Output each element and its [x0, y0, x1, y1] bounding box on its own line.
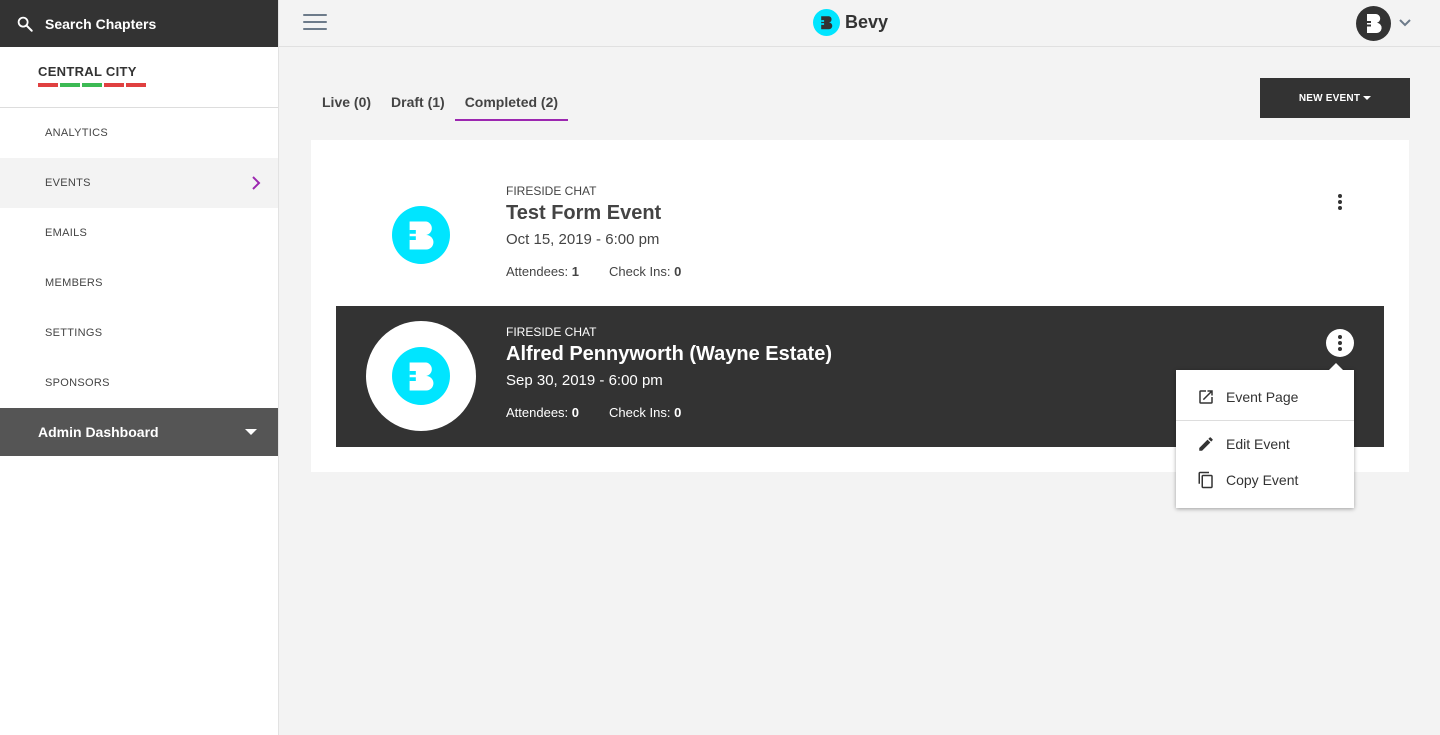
chapter-header: CENTRAL CITY [0, 47, 278, 108]
bevy-logo-icon [392, 206, 450, 264]
caret-down-icon [245, 429, 257, 435]
event-date: Sep 30, 2019 - 6:00 pm [506, 372, 663, 389]
pencil-icon [1199, 437, 1213, 451]
sidebar-item-label: EVENTS [45, 177, 91, 189]
attendees-value: 0 [571, 405, 580, 420]
menu-item-copy-event[interactable]: Copy Event [1176, 462, 1354, 498]
event-stats: Attendees: 1 Check Ins: 0 [506, 264, 711, 279]
sidebar-item-members[interactable]: MEMBERS [0, 258, 278, 308]
menu-item-edit-event[interactable]: Edit Event [1176, 426, 1354, 462]
sidebar-item-label: ANALYTICS [45, 127, 109, 139]
attendees-stat: Attendees: 1 [506, 264, 579, 279]
more-options-icon[interactable] [1326, 329, 1354, 357]
event-stats: Attendees: 0 Check Ins: 0 [506, 405, 711, 420]
menu-item-label: Event Page [1226, 389, 1299, 405]
checkins-value: 0 [674, 264, 682, 279]
event-title[interactable]: Test Form Event [506, 202, 661, 225]
checkins-label: Check Ins: [609, 405, 671, 420]
sidebar-item-label: SETTINGS [45, 327, 103, 339]
copy-icon [1198, 471, 1213, 489]
open-in-new-icon [1199, 390, 1213, 404]
sidebar-item-sponsors[interactable]: SPONSORS [0, 358, 278, 408]
new-event-button[interactable]: NEW EVENT [1260, 78, 1410, 118]
avatar[interactable] [1356, 6, 1391, 41]
event-title[interactable]: Alfred Pennyworth (Wayne Estate) [506, 343, 832, 366]
sidebar-item-settings[interactable]: SETTINGS [0, 308, 278, 358]
caret-down-icon [1363, 96, 1372, 100]
sidebar-item-events[interactable]: EVENTS [0, 158, 278, 208]
new-event-label: NEW EVENT [1298, 92, 1361, 104]
sidebar: Search Chapters CENTRAL CITY ANALYTICS E… [0, 0, 279, 735]
brand-name: Bevy [845, 12, 889, 32]
admin-dashboard-label: Admin Dashboard [38, 424, 159, 440]
event-type: FIRESIDE CHAT [506, 184, 597, 198]
search-chapters-label: Search Chapters [45, 15, 157, 32]
tab-live[interactable]: Live (0) [312, 86, 381, 121]
chapter-stripe [126, 83, 146, 87]
tab-completed[interactable]: Completed (2) [454, 86, 569, 121]
sidebar-item-analytics[interactable]: ANALYTICS [0, 108, 278, 158]
bevy-logo-icon [392, 347, 450, 405]
brand[interactable]: Bevy [813, 9, 888, 36]
menu-item-label: Copy Event [1226, 472, 1299, 488]
chapter-stripe [104, 83, 124, 87]
event-row[interactable]: FIRESIDE CHAT Test Form Event Oct 15, 20… [336, 165, 1384, 306]
chapter-stripe [38, 83, 58, 87]
menu-divider [1176, 420, 1354, 421]
chevron-right-icon [252, 176, 261, 190]
attendees-value: 1 [571, 264, 580, 279]
checkins-stat: Check Ins: 0 [609, 264, 681, 279]
event-tabs: Live (0) Draft (1) Completed (2) [312, 86, 569, 121]
checkins-stat: Check Ins: 0 [609, 405, 681, 420]
chapter-stripe [60, 83, 80, 87]
menu-item-label: Edit Event [1226, 436, 1290, 452]
event-image [366, 321, 476, 431]
menu-item-event-page[interactable]: Event Page [1176, 379, 1354, 415]
sidebar-item-emails[interactable]: EMAILS [0, 208, 278, 258]
event-type: FIRESIDE CHAT [506, 325, 597, 339]
checkins-label: Check Ins: [609, 264, 671, 279]
search-icon [17, 16, 33, 32]
bevy-logo-icon [813, 9, 840, 36]
more-options-icon[interactable] [1326, 188, 1354, 216]
sidebar-item-label: SPONSORS [45, 377, 110, 389]
bevy-avatar-icon [1366, 13, 1382, 33]
sidebar-item-label: EMAILS [45, 227, 88, 239]
menu-arrow [1329, 363, 1343, 370]
event-image [366, 180, 476, 290]
event-options-menu: Event Page Edit Event Copy Event [1176, 363, 1354, 508]
attendees-label: Attendees: [506, 264, 569, 279]
sidebar-item-label: MEMBERS [45, 277, 103, 289]
attendees-label: Attendees: [506, 405, 569, 420]
search-chapters-button[interactable]: Search Chapters [0, 0, 278, 47]
checkins-value: 0 [674, 405, 682, 420]
chapter-stripes [38, 83, 278, 87]
chapter-stripe [82, 83, 102, 87]
top-bar: Bevy [279, 0, 1440, 47]
chevron-down-icon[interactable] [1398, 16, 1412, 30]
chapter-name: CENTRAL CITY [38, 64, 137, 79]
attendees-stat: Attendees: 0 [506, 405, 579, 420]
menu-icon[interactable] [303, 14, 327, 32]
admin-dashboard-toggle[interactable]: Admin Dashboard [0, 408, 278, 456]
event-date: Oct 15, 2019 - 6:00 pm [506, 231, 660, 248]
tab-draft[interactable]: Draft (1) [381, 86, 455, 121]
